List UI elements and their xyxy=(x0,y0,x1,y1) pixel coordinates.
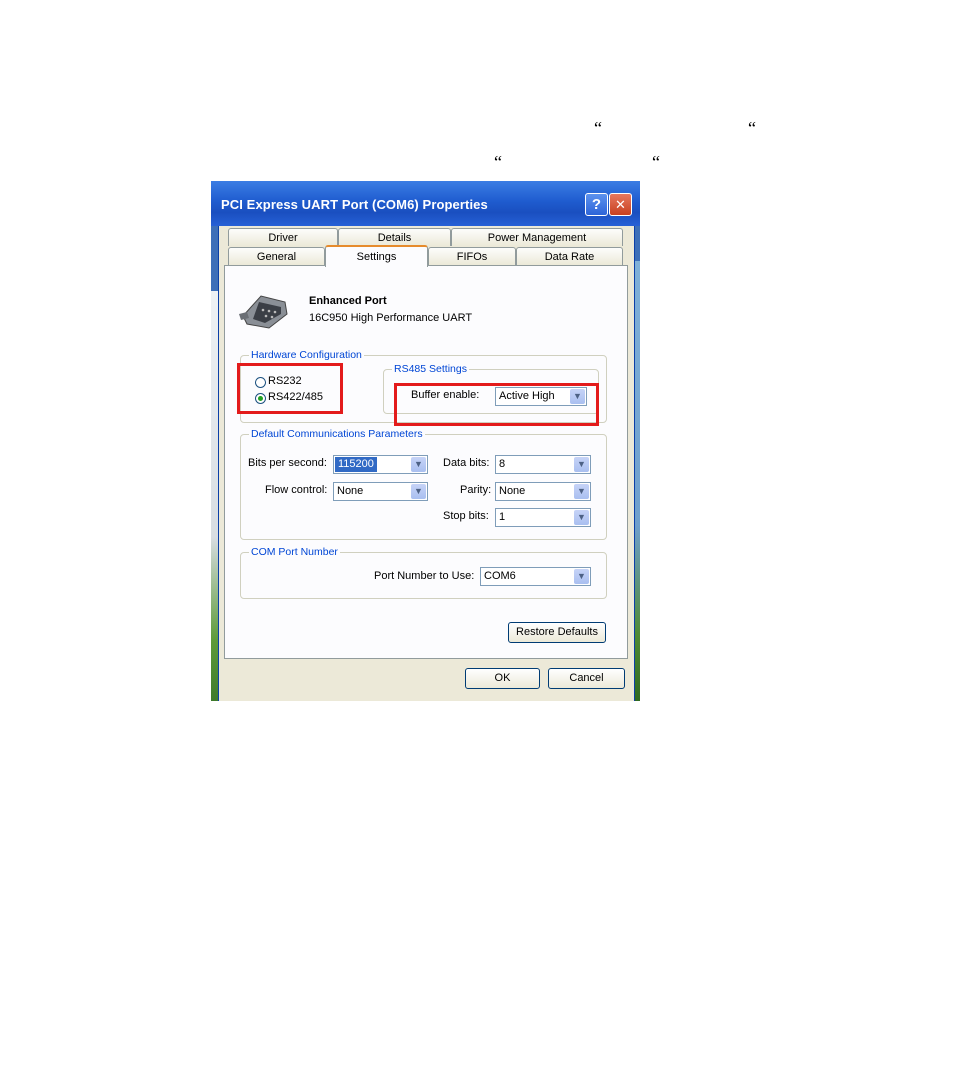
help-button[interactable]: ? xyxy=(585,193,608,216)
tab-details[interactable]: Details xyxy=(338,228,451,246)
flow-control-label: Flow control: xyxy=(265,484,328,496)
data-bits-label: Data bits: xyxy=(443,457,490,469)
tab-settings[interactable]: Settings xyxy=(325,245,428,267)
chevron-down-icon[interactable]: ▼ xyxy=(574,484,589,499)
tab-fifos[interactable]: FIFOs xyxy=(428,247,516,265)
flow-control-value: None xyxy=(337,485,364,497)
highlight-box-buffer-enable xyxy=(394,383,599,426)
parity-value: None xyxy=(499,485,526,497)
bits-per-second-select[interactable]: 115200 ▼ xyxy=(333,455,428,474)
quote-mark-1: “ xyxy=(594,118,602,138)
tab-data-rate[interactable]: Data Rate xyxy=(516,247,623,265)
properties-screenshot: PCI Express UART Port (COM6) Properties … xyxy=(211,181,640,701)
chevron-down-icon[interactable]: ▼ xyxy=(411,457,426,472)
rs485-settings-legend: RS485 Settings xyxy=(392,363,469,375)
tab-driver[interactable]: Driver xyxy=(228,228,338,246)
stop-bits-select[interactable]: 1 ▼ xyxy=(495,508,591,527)
close-icon: ✕ xyxy=(615,197,626,212)
ok-button[interactable]: OK xyxy=(465,668,540,689)
communications-parameters-legend: Default Communications Parameters xyxy=(249,428,425,440)
flow-control-select[interactable]: None ▼ xyxy=(333,482,428,501)
port-number-value: COM6 xyxy=(484,570,516,582)
bits-per-second-value: 115200 xyxy=(335,457,377,472)
parity-select[interactable]: None ▼ xyxy=(495,482,591,501)
bits-per-second-label: Bits per second: xyxy=(248,457,327,469)
stop-bits-label: Stop bits: xyxy=(443,510,489,522)
device-description: 16C950 High Performance UART xyxy=(309,312,473,324)
chevron-down-icon[interactable]: ▼ xyxy=(574,569,589,584)
desktop-background-left xyxy=(211,291,218,701)
chevron-down-icon[interactable]: ▼ xyxy=(574,510,589,525)
port-number-select[interactable]: COM6 ▼ xyxy=(480,567,591,586)
serial-port-icon xyxy=(239,295,288,329)
data-bits-value: 8 xyxy=(499,458,506,470)
data-bits-select[interactable]: 8 ▼ xyxy=(495,455,591,474)
port-number-label: Port Number to Use: xyxy=(374,570,475,582)
title-bar[interactable]: PCI Express UART Port (COM6) Properties … xyxy=(211,181,640,226)
quote-mark-3: “ xyxy=(494,152,502,172)
chevron-down-icon[interactable]: ▼ xyxy=(574,457,589,472)
restore-defaults-button[interactable]: Restore Defaults xyxy=(508,622,606,643)
quote-mark-2: “ xyxy=(748,118,756,138)
parity-label: Parity: xyxy=(460,484,492,496)
window-title: PCI Express UART Port (COM6) Properties xyxy=(221,197,488,212)
stop-bits-value: 1 xyxy=(499,511,506,523)
com-port-number-legend: COM Port Number xyxy=(249,546,340,558)
close-button[interactable]: ✕ xyxy=(609,193,632,216)
tab-general[interactable]: General xyxy=(228,247,325,265)
quote-mark-4: “ xyxy=(652,152,660,172)
cancel-button[interactable]: Cancel xyxy=(548,668,625,689)
device-name: Enhanced Port xyxy=(309,295,387,307)
tab-power-management[interactable]: Power Management xyxy=(451,228,623,246)
highlight-box-hardware-configuration xyxy=(237,363,343,414)
hardware-configuration-legend: Hardware Configuration xyxy=(249,349,364,361)
chevron-down-icon[interactable]: ▼ xyxy=(411,484,426,499)
